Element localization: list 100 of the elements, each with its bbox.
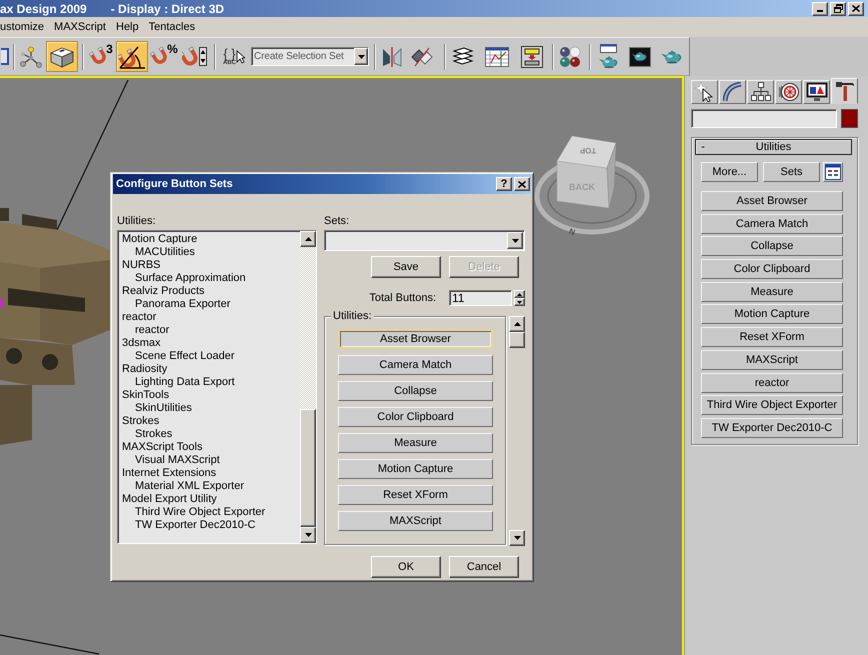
save-button[interactable]: Save bbox=[371, 256, 441, 278]
spin-down-button[interactable] bbox=[514, 298, 525, 306]
utility-button[interactable]: Third Wire Object Exporter bbox=[701, 395, 843, 416]
scroll-up-button[interactable] bbox=[509, 316, 525, 332]
scroll-up-button[interactable] bbox=[300, 231, 316, 247]
list-item[interactable]: Model Export Utility bbox=[121, 493, 218, 506]
list-item[interactable]: Motion Capture bbox=[121, 233, 198, 246]
utility-button[interactable]: Camera Match bbox=[701, 214, 843, 234]
spheres-icon bbox=[559, 46, 581, 68]
restore-button[interactable] bbox=[830, 2, 846, 16]
scroll-down-button[interactable] bbox=[509, 530, 525, 546]
configure-sets-button[interactable] bbox=[823, 162, 843, 182]
scroll-down-button[interactable] bbox=[300, 527, 316, 543]
caret-down-icon bbox=[512, 238, 518, 242]
ok-button[interactable]: OK bbox=[371, 556, 441, 578]
graph-window-icon bbox=[485, 46, 509, 66]
teapot-frame-icon bbox=[629, 46, 651, 66]
list-item[interactable]: Material XML Exporter bbox=[134, 480, 246, 493]
close-button[interactable] bbox=[514, 177, 530, 191]
scrollbar-thumb[interactable] bbox=[300, 409, 316, 527]
angle-snap-button[interactable] bbox=[116, 41, 148, 72]
list-item[interactable]: Strokes bbox=[121, 415, 160, 428]
close-icon bbox=[852, 5, 860, 12]
spin-up-button[interactable] bbox=[514, 290, 525, 298]
list-item[interactable]: NURBS bbox=[121, 259, 162, 272]
list-item[interactable]: Scene Effect Loader bbox=[134, 350, 236, 363]
view-cube[interactable] bbox=[556, 136, 616, 208]
utility-button[interactable]: MAXScript bbox=[701, 350, 843, 370]
list-item[interactable]: 3dsmax bbox=[121, 337, 162, 350]
minimize-button[interactable] bbox=[812, 2, 828, 16]
list-item[interactable]: reactor bbox=[134, 324, 170, 337]
list-item[interactable]: TW Exporter Dec2010-C bbox=[134, 519, 256, 532]
cube-top-label: TOP bbox=[580, 146, 596, 155]
more-button[interactable]: More... bbox=[701, 162, 758, 182]
list-item[interactable]: SkinUtilities bbox=[134, 402, 193, 415]
list-item[interactable]: Radiosity bbox=[121, 363, 168, 376]
utility-button[interactable]: Motion Capture bbox=[338, 459, 493, 479]
name-field[interactable] bbox=[691, 109, 837, 128]
monitor-icon bbox=[806, 82, 828, 102]
motion-tab[interactable] bbox=[775, 80, 802, 104]
dropdown-button[interactable] bbox=[507, 232, 523, 249]
caret-up-icon bbox=[517, 292, 522, 296]
utility-button[interactable]: Camera Match bbox=[338, 355, 493, 375]
sets-button[interactable]: Sets bbox=[763, 162, 820, 182]
align-icon bbox=[410, 46, 434, 68]
list-item[interactable]: Panorama Exporter bbox=[134, 298, 232, 311]
caret-up-icon bbox=[304, 237, 312, 241]
close-icon bbox=[518, 180, 526, 188]
color-swatch[interactable] bbox=[841, 109, 858, 128]
menu-item[interactable]: MAXScript bbox=[49, 21, 111, 33]
utility-button[interactable]: Collapse bbox=[701, 236, 843, 256]
hierarchy-icon bbox=[750, 82, 770, 102]
dropdown-button[interactable] bbox=[354, 48, 368, 65]
list-item[interactable]: reactor bbox=[121, 311, 158, 324]
list-item[interactable]: Realviz Products bbox=[121, 285, 206, 298]
create-tab[interactable] bbox=[691, 80, 718, 104]
cursor-icon bbox=[236, 50, 245, 64]
modify-tab[interactable] bbox=[719, 80, 746, 104]
list-item[interactable]: Strokes bbox=[134, 428, 174, 441]
utility-button[interactable]: Reset XForm bbox=[338, 485, 493, 505]
utility-button[interactable]: Collapse bbox=[338, 381, 493, 401]
sets-dropdown[interactable] bbox=[324, 230, 525, 251]
caret-down-icon bbox=[304, 533, 312, 537]
help-button[interactable]: ? bbox=[496, 177, 512, 191]
close-button[interactable] bbox=[848, 2, 864, 16]
caret-up-icon bbox=[514, 322, 520, 326]
utility-button[interactable]: Color Clipboard bbox=[701, 259, 843, 280]
menu-item[interactable]: Tentacles bbox=[144, 21, 200, 33]
display-tab[interactable] bbox=[803, 80, 830, 104]
snap-toggle-button[interactable]: 3 bbox=[86, 41, 116, 72]
utility-button[interactable]: Measure bbox=[701, 282, 843, 302]
utility-button[interactable]: Asset Browser bbox=[701, 191, 843, 211]
list-item[interactable]: SkinTools bbox=[121, 389, 170, 402]
list-item[interactable]: Surface Approximation bbox=[134, 272, 247, 285]
list-item[interactable]: Lighting Data Export bbox=[134, 376, 236, 389]
cancel-button[interactable]: Cancel bbox=[449, 556, 519, 578]
total-buttons-field[interactable]: 11 bbox=[449, 290, 512, 306]
list-item[interactable]: MACUtilities bbox=[134, 246, 196, 259]
utility-button[interactable]: Asset Browser bbox=[338, 329, 493, 349]
utility-button[interactable]: reactor bbox=[701, 372, 843, 392]
list-window-icon bbox=[825, 164, 841, 180]
list-item[interactable]: MAXScript Tools bbox=[121, 441, 204, 454]
utility-button[interactable]: Motion Capture bbox=[701, 304, 843, 324]
menu-item[interactable]: Help bbox=[111, 21, 144, 33]
utility-button[interactable]: Reset XForm bbox=[701, 327, 843, 348]
utility-button[interactable]: Measure bbox=[338, 433, 493, 453]
utility-button[interactable]: TW Exporter Dec2010-C bbox=[701, 418, 843, 438]
list-item[interactable]: Visual MAXScript bbox=[134, 454, 221, 467]
scrollbar-thumb[interactable] bbox=[509, 332, 525, 348]
rollout-header[interactable]: - Utilities bbox=[695, 139, 852, 155]
hierarchy-tab[interactable] bbox=[747, 80, 774, 104]
magnet-spinner-icon bbox=[182, 46, 208, 68]
utility-button[interactable]: MAXScript bbox=[338, 511, 493, 531]
list-item[interactable]: Internet Extensions bbox=[121, 467, 218, 480]
utilities-tab[interactable] bbox=[831, 78, 858, 104]
utility-button[interactable]: Color Clipboard bbox=[338, 407, 493, 427]
select-object-button[interactable] bbox=[46, 41, 78, 72]
list-item[interactable]: Third Wire Object Exporter bbox=[134, 506, 266, 519]
menu-item[interactable]: ustomize bbox=[0, 21, 50, 33]
percent-snap-button[interactable]: % bbox=[148, 41, 180, 72]
